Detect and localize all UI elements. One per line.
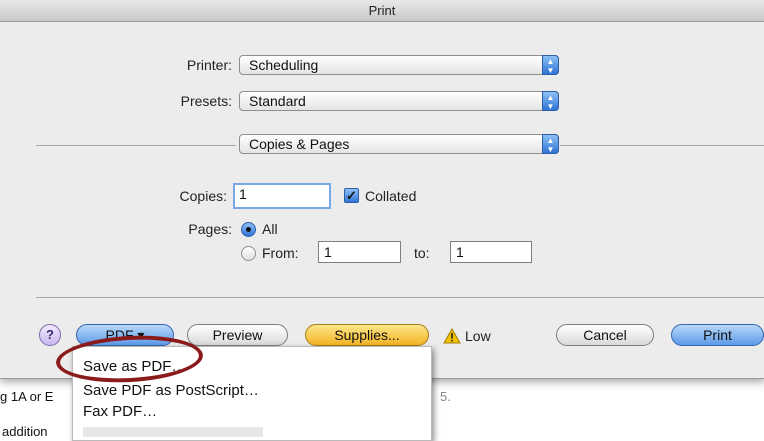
popup-arrows-icon: ▲ ▼ <box>542 134 559 154</box>
pages-to-label: to: <box>414 245 430 261</box>
supplies-button[interactable]: Supplies... <box>305 324 429 346</box>
print-button[interactable]: Print <box>671 324 764 346</box>
presets-popup[interactable]: Standard ▲ ▼ <box>239 91 559 111</box>
section-popup[interactable]: Copies & Pages ▲ ▼ <box>239 134 559 154</box>
pages-label: Pages: <box>188 221 232 237</box>
preview-button[interactable]: Preview <box>187 324 288 346</box>
pages-to-field[interactable]: 1 <box>450 241 532 263</box>
pages-all-radio[interactable] <box>241 222 256 237</box>
menu-faded-item <box>83 427 263 437</box>
copies-field[interactable]: 1 <box>233 183 331 209</box>
warning-icon <box>443 328 461 344</box>
copies-label: Copies: <box>179 188 227 204</box>
cancel-button[interactable]: Cancel <box>556 324 654 346</box>
menu-item-fax-pdf[interactable]: Fax PDF… <box>83 403 157 420</box>
presets-label: Presets: <box>180 93 232 109</box>
window-title: Print <box>0 0 764 22</box>
pages-from-radio[interactable] <box>241 246 256 261</box>
collated-label: Collated <box>365 188 417 204</box>
section-value: Copies & Pages <box>249 136 350 152</box>
printer-value: Scheduling <box>249 57 319 73</box>
popup-arrows-icon: ▲ ▼ <box>542 55 559 75</box>
popup-arrows-icon: ▲ ▼ <box>542 91 559 111</box>
pages-all-label: All <box>262 221 278 237</box>
separator-left <box>36 145 236 146</box>
printer-popup[interactable]: Scheduling ▲ ▼ <box>239 55 559 75</box>
collated-checkbox[interactable]: ✓ <box>344 188 359 203</box>
background-text-line1-end: 5. <box>440 389 451 404</box>
print-dialog: Print Printer: Scheduling ▲ ▼ Presets: St… <box>0 0 764 379</box>
background-text-line2-start: addition <box>2 424 48 439</box>
background-text-line1-start: g 1A or E <box>0 389 54 404</box>
footer-separator <box>36 297 764 298</box>
presets-value: Standard <box>249 93 306 109</box>
help-button[interactable]: ? <box>39 324 61 346</box>
pages-from-label: From: <box>262 245 299 261</box>
separator-right <box>560 145 764 146</box>
pages-from-field[interactable]: 1 <box>318 241 401 263</box>
supply-low-label: Low <box>465 328 491 344</box>
menu-item-save-pdf-as-postscript[interactable]: Save PDF as PostScript… <box>83 382 259 399</box>
printer-label: Printer: <box>186 57 232 73</box>
